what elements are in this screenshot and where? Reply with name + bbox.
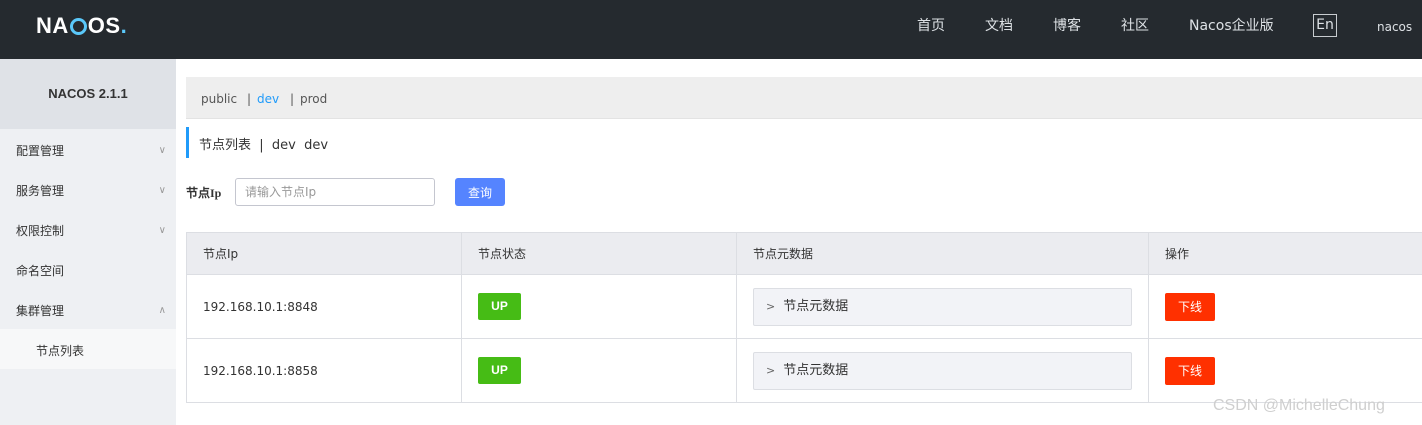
sidebar-item-label: 权限控制	[16, 224, 65, 238]
query-button[interactable]: 查询	[455, 178, 505, 206]
table-row: 192.168.10.1:8848 UP > 节点元数据 下线	[186, 274, 1422, 339]
nav-community[interactable]: 社区	[1121, 0, 1149, 59]
nav-blog[interactable]: 博客	[1053, 0, 1081, 59]
column-header-action: 操作	[1148, 232, 1422, 275]
column-header-ip: 节点Ip	[186, 232, 462, 275]
metadata-label: 节点元数据	[783, 362, 849, 378]
sidebar-item-label: 服务管理	[16, 184, 65, 198]
nacos-logo[interactable]: NA OS.	[36, 13, 127, 39]
metadata-cell: > 节点元数据	[736, 274, 1149, 339]
chevron-up-icon: ∧	[158, 305, 166, 316]
column-header-metadata: 节点元数据	[736, 232, 1149, 275]
action-cell: 下线	[1148, 338, 1422, 403]
metadata-label: 节点元数据	[783, 298, 849, 314]
nav-home[interactable]: 首页	[917, 0, 945, 59]
title-accent-bar	[186, 127, 189, 158]
sidebar-item-label: 命名空间	[16, 264, 65, 278]
search-label: 节点Ip	[186, 186, 222, 200]
sidebar-item-label: 节点列表	[36, 344, 85, 358]
offline-button[interactable]: 下线	[1165, 356, 1215, 385]
node-table: 节点Ip 节点状态 节点元数据 操作 192.168.10.1:8848 UP …	[186, 232, 1422, 403]
page-title: 节点列表 | dev dev	[199, 138, 329, 153]
chevron-right-icon: >	[766, 299, 776, 313]
status-badge: UP	[478, 293, 521, 320]
metadata-collapse[interactable]: > 节点元数据	[753, 351, 1132, 390]
sidebar-item-config[interactable]: 配置管理 ∨	[0, 129, 176, 169]
namespace-dev[interactable]: dev	[257, 77, 279, 121]
nav-enterprise[interactable]: Nacos企业版	[1189, 0, 1274, 59]
version-title: NACOS 2.1.1	[0, 59, 176, 129]
namespace-separator: |	[247, 92, 252, 106]
offline-button[interactable]: 下线	[1165, 292, 1215, 321]
column-header-status: 节点状态	[461, 232, 737, 275]
chevron-right-icon: >	[766, 363, 776, 377]
namespace-separator: |	[290, 92, 295, 106]
sidebar-item-label: 配置管理	[16, 144, 65, 158]
language-switch[interactable]: En	[1313, 14, 1337, 37]
status-cell: UP	[461, 274, 737, 339]
node-ip-search-input[interactable]	[235, 178, 435, 206]
sidebar-item-namespace[interactable]: 命名空间	[0, 249, 176, 289]
sidebar-item-cluster[interactable]: 集群管理 ∧	[0, 289, 176, 329]
node-ip: 192.168.10.1:8858	[186, 338, 462, 403]
nav-docs[interactable]: 文档	[985, 0, 1013, 59]
sidebar-subitem-node-list[interactable]: 节点列表	[0, 329, 176, 369]
action-cell: 下线	[1148, 274, 1422, 339]
namespace-prod[interactable]: prod	[300, 77, 327, 121]
namespace-bar: public | dev | prod	[186, 77, 1422, 119]
top-navbar: NA OS. 首页 文档 博客 社区 Nacos企业版 En nacos	[0, 0, 1422, 59]
chevron-down-icon: ∨	[158, 185, 166, 196]
status-cell: UP	[461, 338, 737, 403]
metadata-cell: > 节点元数据	[736, 338, 1149, 403]
chevron-down-icon: ∨	[158, 225, 166, 236]
metadata-collapse[interactable]: > 节点元数据	[753, 287, 1132, 326]
node-ip: 192.168.10.1:8848	[186, 274, 462, 339]
table-header-row: 节点Ip 节点状态 节点元数据 操作	[186, 232, 1422, 275]
user-name[interactable]: nacos	[1377, 0, 1412, 54]
namespace-public[interactable]: public	[201, 77, 237, 121]
table-row: 192.168.10.1:8858 UP > 节点元数据 下线	[186, 338, 1422, 403]
sidebar-item-service[interactable]: 服务管理 ∨	[0, 169, 176, 209]
chevron-down-icon: ∨	[158, 145, 166, 156]
sidebar-item-auth[interactable]: 权限控制 ∨	[0, 209, 176, 249]
status-badge: UP	[478, 357, 521, 384]
sidebar-item-label: 集群管理	[16, 304, 65, 318]
watermark: CSDN @MichelleChung	[1213, 397, 1385, 414]
sidebar: NACOS 2.1.1 配置管理 ∨ 服务管理 ∨ 权限控制 ∨ 命名空间 集群…	[0, 59, 176, 425]
